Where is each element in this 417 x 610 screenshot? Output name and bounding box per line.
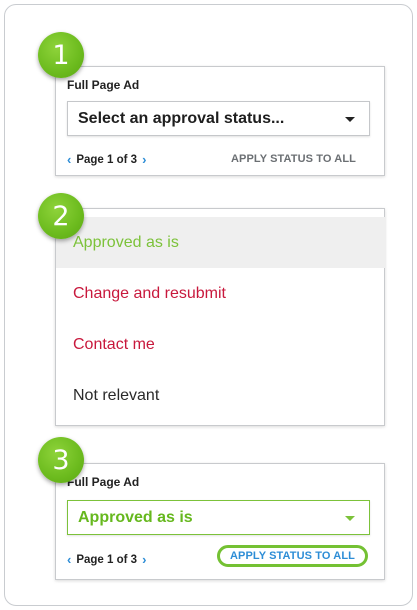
step-3-badge: 3 [38,437,84,483]
page-indicator: Page 1 of 3 [76,553,138,566]
approval-status-select[interactable]: Approved as is [67,500,370,535]
ad-type-label: Full Page Ad [67,78,140,92]
page-navigator: ‹ Page 1 of 3 › [67,152,146,167]
apply-status-to-all-button[interactable]: APPLY STATUS TO ALL [217,545,368,567]
step-3-panel: Full Page Ad Approved as is ‹ Page 1 of … [55,463,385,580]
chevron-left-icon[interactable]: ‹ [67,552,71,567]
option-label: Approved as is [73,233,179,251]
option-change-and-resubmit[interactable]: Change and resubmit [56,268,386,319]
option-contact-me[interactable]: Contact me [56,319,386,370]
chevron-left-icon[interactable]: ‹ [67,152,71,167]
chevron-right-icon[interactable]: › [142,552,146,567]
approval-status-select[interactable]: Select an approval status... [67,101,370,136]
chevron-right-icon[interactable]: › [142,152,146,167]
option-label: Contact me [73,335,155,353]
select-value: Approved as is [78,508,193,526]
caret-down-icon [345,116,355,122]
option-approved-as-is[interactable]: Approved as is [56,217,386,268]
page-indicator: Page 1 of 3 [76,153,138,166]
apply-status-to-all-button[interactable]: APPLY STATUS TO ALL [231,153,356,165]
approval-status-dropdown: Approved as is Change and resubmit Conta… [55,208,386,426]
option-label: Change and resubmit [73,284,226,302]
select-value: Select an approval status... [78,109,285,127]
option-not-relevant[interactable]: Not relevant [56,370,386,421]
option-label: Not relevant [73,386,160,404]
step-1-panel: Full Page Ad Select an approval status..… [55,66,385,176]
caret-down-icon [345,515,355,521]
step-1-badge: 1 [38,32,84,78]
page-navigator: ‹ Page 1 of 3 › [67,552,146,567]
ad-type-label: Full Page Ad [67,475,140,489]
step-2-badge: 2 [38,193,84,239]
